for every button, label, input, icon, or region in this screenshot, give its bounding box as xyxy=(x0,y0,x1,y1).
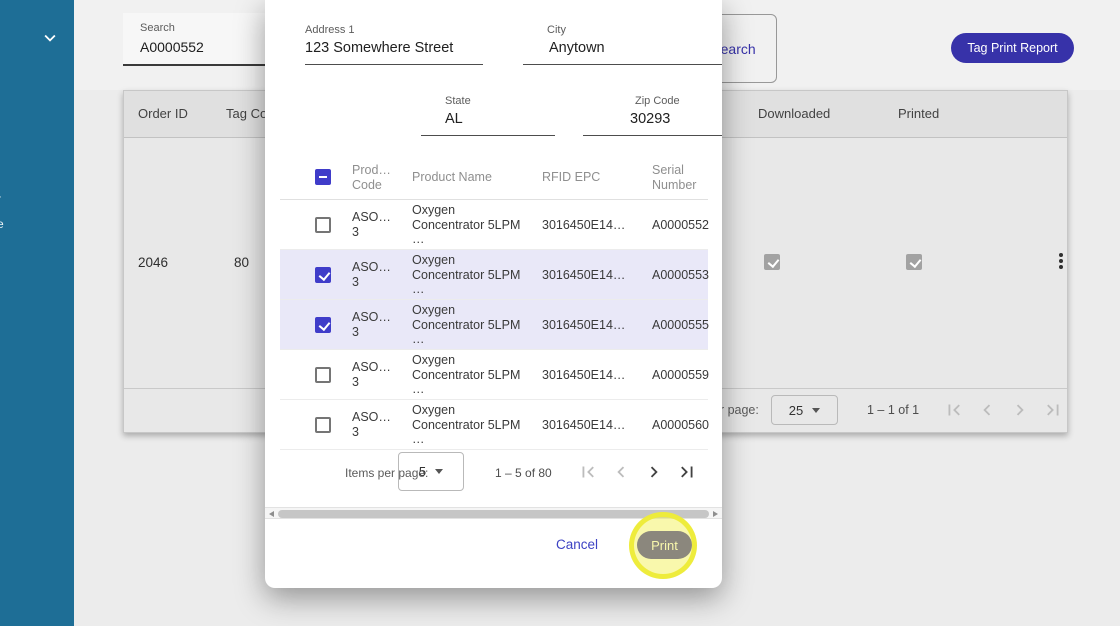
cell-serial-number: A0000559 xyxy=(652,368,710,382)
chevron-down-icon xyxy=(812,407,821,413)
column-header-rfid-epc: RFID EPC xyxy=(542,170,601,184)
printed-checkbox xyxy=(906,254,922,270)
first-page-icon xyxy=(942,398,966,422)
previous-page-icon xyxy=(609,460,633,484)
cell-product-code: ASO… 3 xyxy=(352,410,391,439)
cell-rfid-epc: 3016450E14… xyxy=(542,268,626,282)
next-page-icon[interactable] xyxy=(642,460,666,484)
zip-code-field[interactable]: Zip Code 30293 xyxy=(583,90,722,136)
screen: r e Search A0000552 Search Tag Print Rep… xyxy=(0,0,1120,626)
city-label: City xyxy=(547,24,566,36)
cell-serial-number: A0000560 xyxy=(652,418,710,432)
state-label: State xyxy=(445,95,471,107)
dialog-table-row: ASO… 3 Oxygen Concentrator 5LPM … 301645… xyxy=(280,300,710,350)
page-range-label: 1 – 5 of 80 xyxy=(495,466,552,480)
address1-field[interactable]: Address 1 123 Somewhere Street xyxy=(305,19,483,65)
row-checkbox[interactable] xyxy=(315,417,331,433)
row-checkbox[interactable] xyxy=(315,217,331,233)
dialog-table-row: ASO… 3 Oxygen Concentrator 5LPM … 301645… xyxy=(280,350,710,400)
last-page-icon[interactable] xyxy=(675,460,699,484)
chevron-down-icon[interactable] xyxy=(39,27,61,49)
cell-order-id: 2046 xyxy=(138,255,169,270)
first-page-icon xyxy=(576,460,600,484)
cell-rfid-epc: 3016450E14… xyxy=(542,368,626,382)
cell-product-name: Oxygen Concentrator 5LPM … xyxy=(412,303,521,346)
dialog-table-row: ASO… 3 Oxygen Concentrator 5LPM … 301645… xyxy=(280,200,710,250)
cell-rfid-epc: 3016450E14… xyxy=(542,218,626,232)
city-input[interactable]: Anytown xyxy=(549,40,605,56)
state-field[interactable]: State AL xyxy=(421,90,555,136)
print-button[interactable]: Print xyxy=(637,531,692,559)
scrollbar-thumb[interactable] xyxy=(278,510,709,518)
page-size-select[interactable]: 5 xyxy=(398,452,464,491)
column-header-serial-number: Serial Number xyxy=(652,163,697,192)
scroll-left-arrow-icon[interactable] xyxy=(269,511,274,517)
state-input[interactable]: AL xyxy=(445,111,463,127)
downloaded-checkbox xyxy=(764,254,780,270)
zip-code-input[interactable]: 30293 xyxy=(630,111,670,127)
previous-page-icon xyxy=(975,398,999,422)
select-all-checkbox[interactable] xyxy=(315,169,331,185)
dialog-table-row: ASO… 3 Oxygen Concentrator 5LPM … 301645… xyxy=(280,400,710,450)
address1-label: Address 1 xyxy=(305,24,355,36)
cell-tag-count: 80 xyxy=(234,255,250,270)
chevron-down-icon xyxy=(435,469,444,474)
city-field[interactable]: City Anytown xyxy=(523,19,722,65)
search-input[interactable]: A0000552 xyxy=(140,39,204,55)
column-header-downloaded: Downloaded xyxy=(758,106,831,121)
cell-product-name: Oxygen Concentrator 5LPM … xyxy=(412,403,521,446)
zip-code-label: Zip Code xyxy=(635,95,680,107)
column-header-product-name: Product Name xyxy=(412,170,492,184)
dialog-table-header: Prod… Code Product Name RFID EPC Serial … xyxy=(280,155,708,200)
search-label: Search xyxy=(140,22,175,34)
column-header-product-code: Prod… Code xyxy=(352,163,391,192)
cancel-button[interactable]: Cancel xyxy=(548,527,606,561)
row-menu-kebab-icon[interactable] xyxy=(1053,253,1069,271)
next-page-icon xyxy=(1008,398,1032,422)
scroll-right-arrow-icon[interactable] xyxy=(713,511,718,517)
cell-product-code: ASO… 3 xyxy=(352,210,391,239)
cell-product-name: Oxygen Concentrator 5LPM … xyxy=(412,353,521,396)
last-page-icon xyxy=(1041,398,1065,422)
cell-product-name: Oxygen Concentrator 5LPM … xyxy=(412,203,521,246)
cell-serial-number: A0000552 xyxy=(652,218,710,232)
print-dialog: Address 1 123 Somewhere Street City Anyt… xyxy=(265,0,722,588)
sidebar-item-label-fragment: e xyxy=(0,217,4,231)
cell-rfid-epc: 3016450E14… xyxy=(542,318,626,332)
column-header-order-id: Order ID xyxy=(138,106,188,121)
page-size-select[interactable]: 25 xyxy=(771,395,838,425)
row-checkbox[interactable] xyxy=(315,367,331,383)
sidebar: r e xyxy=(0,0,74,626)
cell-product-code: ASO… 3 xyxy=(352,360,391,389)
cell-product-code: ASO… 3 xyxy=(352,260,391,289)
search-field[interactable]: Search A0000552 xyxy=(123,13,283,66)
horizontal-scrollbar[interactable] xyxy=(265,507,722,519)
sidebar-item-label-fragment: r xyxy=(0,192,1,206)
row-checkbox[interactable] xyxy=(315,267,331,283)
cell-serial-number: A0000553 xyxy=(652,268,710,282)
cell-rfid-epc: 3016450E14… xyxy=(542,418,626,432)
tag-print-report-button[interactable]: Tag Print Report xyxy=(951,33,1074,63)
cell-product-code: ASO… 3 xyxy=(352,310,391,339)
page-range-label: 1 – 1 of 1 xyxy=(867,403,920,417)
dialog-table-row: ASO… 3 Oxygen Concentrator 5LPM … 301645… xyxy=(280,250,710,300)
column-header-printed: Printed xyxy=(898,106,940,121)
cell-product-name: Oxygen Concentrator 5LPM … xyxy=(412,253,521,296)
row-checkbox[interactable] xyxy=(315,317,331,333)
address1-input[interactable]: 123 Somewhere Street xyxy=(305,40,453,56)
cell-serial-number: A0000555 xyxy=(652,318,710,332)
